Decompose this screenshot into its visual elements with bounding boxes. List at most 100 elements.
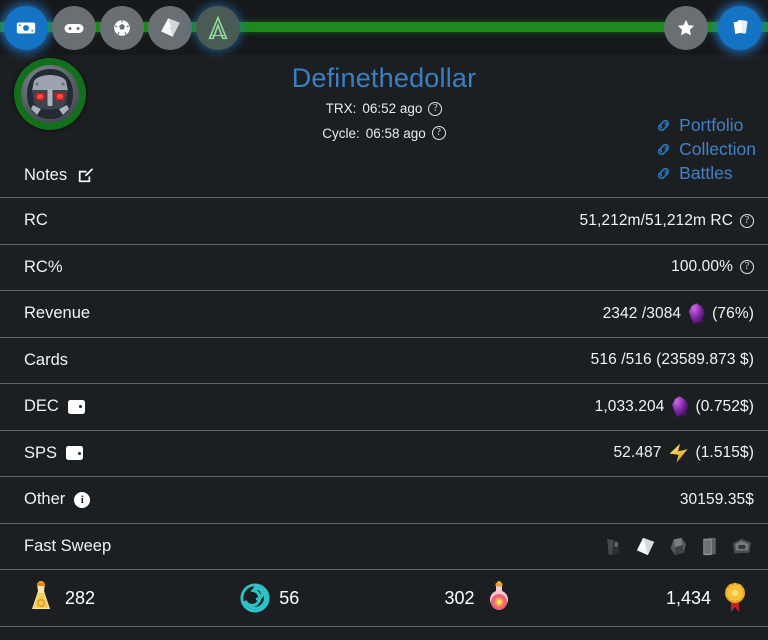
stat-legendary-potion-value: 302 xyxy=(444,588,474,609)
row-rc-label: RC xyxy=(24,211,48,230)
link-portfolio-label: Portfolio xyxy=(679,115,743,136)
row-revenue-value-group: 2342 /3084 (76%) xyxy=(603,303,754,324)
link-collection-label: Collection xyxy=(679,139,756,160)
row-sps-value: 52.487 xyxy=(613,444,661,462)
row-dec-value-group: 1,033.204 (0.752$) xyxy=(595,396,754,417)
page-title: Definethedollar xyxy=(0,63,768,94)
profile-header: Definethedollar TRX: 06:52 ago ? Cycle: … xyxy=(0,55,768,151)
row-rc-percent-label: RC% xyxy=(24,258,63,277)
row-dec-usd: (0.752$) xyxy=(695,398,754,416)
cycle-help-icon[interactable]: ? xyxy=(432,126,446,140)
row-other[interactable]: Other i 30159.35$ xyxy=(0,476,768,523)
trx-label: TRX: xyxy=(326,99,357,119)
rc-percent-help-icon[interactable]: ? xyxy=(740,260,754,274)
dark-pack-icon[interactable] xyxy=(601,534,626,559)
sps-bolt-icon xyxy=(668,444,688,463)
trx-help-icon[interactable]: ? xyxy=(428,102,442,116)
nav-favorites-button[interactable] xyxy=(664,6,708,50)
info-icon[interactable]: i xyxy=(74,492,90,508)
link-portfolio[interactable]: Portfolio xyxy=(655,115,743,136)
row-other-value-group: 30159.35$ xyxy=(680,491,754,509)
nav-left-group xyxy=(4,0,240,55)
ore-chunk-icon[interactable] xyxy=(665,534,690,559)
nav-play-button[interactable] xyxy=(52,6,96,50)
cycle-status-row: Cycle: 06:58 ago ? xyxy=(0,124,768,144)
stat-vortex-value: 56 xyxy=(279,588,299,609)
link-collection[interactable]: Collection xyxy=(655,139,756,160)
trx-status-row: TRX: 06:52 ago ? xyxy=(0,99,768,119)
gamepad-icon xyxy=(62,16,86,40)
row-rc-percent-value-group: 100.00% ? xyxy=(671,258,754,276)
row-rc[interactable]: RC 51,212m/51,212m RC ? xyxy=(0,197,768,244)
dec-crystal-icon xyxy=(671,396,688,417)
row-sps[interactable]: SPS 52.487 (1.515$) xyxy=(0,430,768,477)
stat-gold-potion[interactable]: 282 xyxy=(26,581,95,615)
stat-medal[interactable]: 1,434 xyxy=(666,581,750,615)
nav-packs-button[interactable] xyxy=(148,6,192,50)
card-stack-icon[interactable] xyxy=(697,534,722,559)
row-notes-label-group: Notes xyxy=(24,166,95,185)
row-other-label: Other xyxy=(24,490,65,509)
row-dec[interactable]: DEC 1,033.204 (0.752$) xyxy=(0,383,768,430)
row-cards[interactable]: Cards 516 /516 (23589.873 $) xyxy=(0,337,768,384)
row-cards-value-group: 516 /516 (23589.873 $) xyxy=(591,351,754,369)
row-fast-sweep-label: Fast Sweep xyxy=(24,537,111,556)
trx-value: 06:52 ago xyxy=(362,99,422,119)
row-sps-value-group: 52.487 (1.515$) xyxy=(613,444,754,463)
money-icon xyxy=(15,17,37,39)
bottom-resource-bar: 282 56 302 1,434 xyxy=(0,569,768,627)
stat-vortex[interactable]: 56 xyxy=(240,581,299,615)
dec-crystal-icon xyxy=(688,303,705,324)
wallet-icon[interactable] xyxy=(68,400,85,414)
row-sps-label: SPS xyxy=(24,444,57,463)
link-chain-icon xyxy=(655,117,672,134)
stat-gold-potion-value: 282 xyxy=(65,588,95,609)
link-battles[interactable]: Battles xyxy=(655,163,733,184)
nav-brawl-button[interactable] xyxy=(100,6,144,50)
pink-potion-icon xyxy=(484,581,514,615)
row-rc-percent[interactable]: RC% 100.00% ? xyxy=(0,244,768,291)
row-notes-label: Notes xyxy=(24,166,67,185)
stat-legendary-potion[interactable]: 302 xyxy=(444,581,513,615)
soccer-ball-icon xyxy=(111,17,133,39)
quick-links: Portfolio Collection Battles xyxy=(655,115,756,184)
row-rc-label-group: RC xyxy=(24,211,48,230)
fast-sweep-icon-strip xyxy=(601,534,754,559)
row-dec-value: 1,033.204 xyxy=(595,398,665,416)
wallet-icon[interactable] xyxy=(66,446,83,460)
row-sps-label-group: SPS xyxy=(24,444,83,463)
row-cards-label-group: Cards xyxy=(24,351,68,370)
teal-vortex-icon xyxy=(240,581,270,615)
row-fast-sweep[interactable]: Fast Sweep xyxy=(0,523,768,570)
white-pack-icon[interactable] xyxy=(633,534,658,559)
nav-right-group xyxy=(664,0,762,55)
row-revenue-percent: (76%) xyxy=(712,305,754,323)
row-sps-usd: (1.515$) xyxy=(695,444,754,462)
row-dec-label-group: DEC xyxy=(24,397,85,416)
nav-arcane-button[interactable] xyxy=(196,6,240,50)
row-rc-value-group: 51,212m/51,212m RC ? xyxy=(580,212,754,230)
card-pack-icon xyxy=(156,14,184,42)
row-revenue[interactable]: Revenue 2342 /3084 (76%) xyxy=(0,290,768,337)
row-other-label-group: Other i xyxy=(24,490,90,509)
row-rc-value: 51,212m/51,212m RC xyxy=(580,212,733,230)
row-notes[interactable]: Notes xyxy=(0,153,768,197)
row-cards-label: Cards xyxy=(24,351,68,370)
arcane-a-icon xyxy=(203,13,233,43)
stat-medal-value: 1,434 xyxy=(666,588,711,609)
edit-pencil-icon[interactable] xyxy=(76,166,95,185)
nav-money-button[interactable] xyxy=(4,6,48,50)
gold-potion-icon xyxy=(26,581,56,615)
loot-chest-icon[interactable] xyxy=(729,534,754,559)
row-cards-value: 516 /516 (23589.873 $) xyxy=(591,351,754,369)
rc-help-icon[interactable]: ? xyxy=(740,214,754,228)
row-dec-label: DEC xyxy=(24,397,59,416)
link-chain-icon xyxy=(655,141,672,158)
cards-stack-icon xyxy=(728,16,752,40)
row-rc-percent-value: 100.00% xyxy=(671,258,733,276)
row-revenue-value: 2342 /3084 xyxy=(603,305,682,323)
row-revenue-label-group: Revenue xyxy=(24,304,90,323)
row-revenue-label: Revenue xyxy=(24,304,90,323)
nav-cards-button[interactable] xyxy=(718,6,762,50)
stats-list: Notes RC 51,212m/51,212m RC ? RC% 100.00… xyxy=(0,153,768,569)
